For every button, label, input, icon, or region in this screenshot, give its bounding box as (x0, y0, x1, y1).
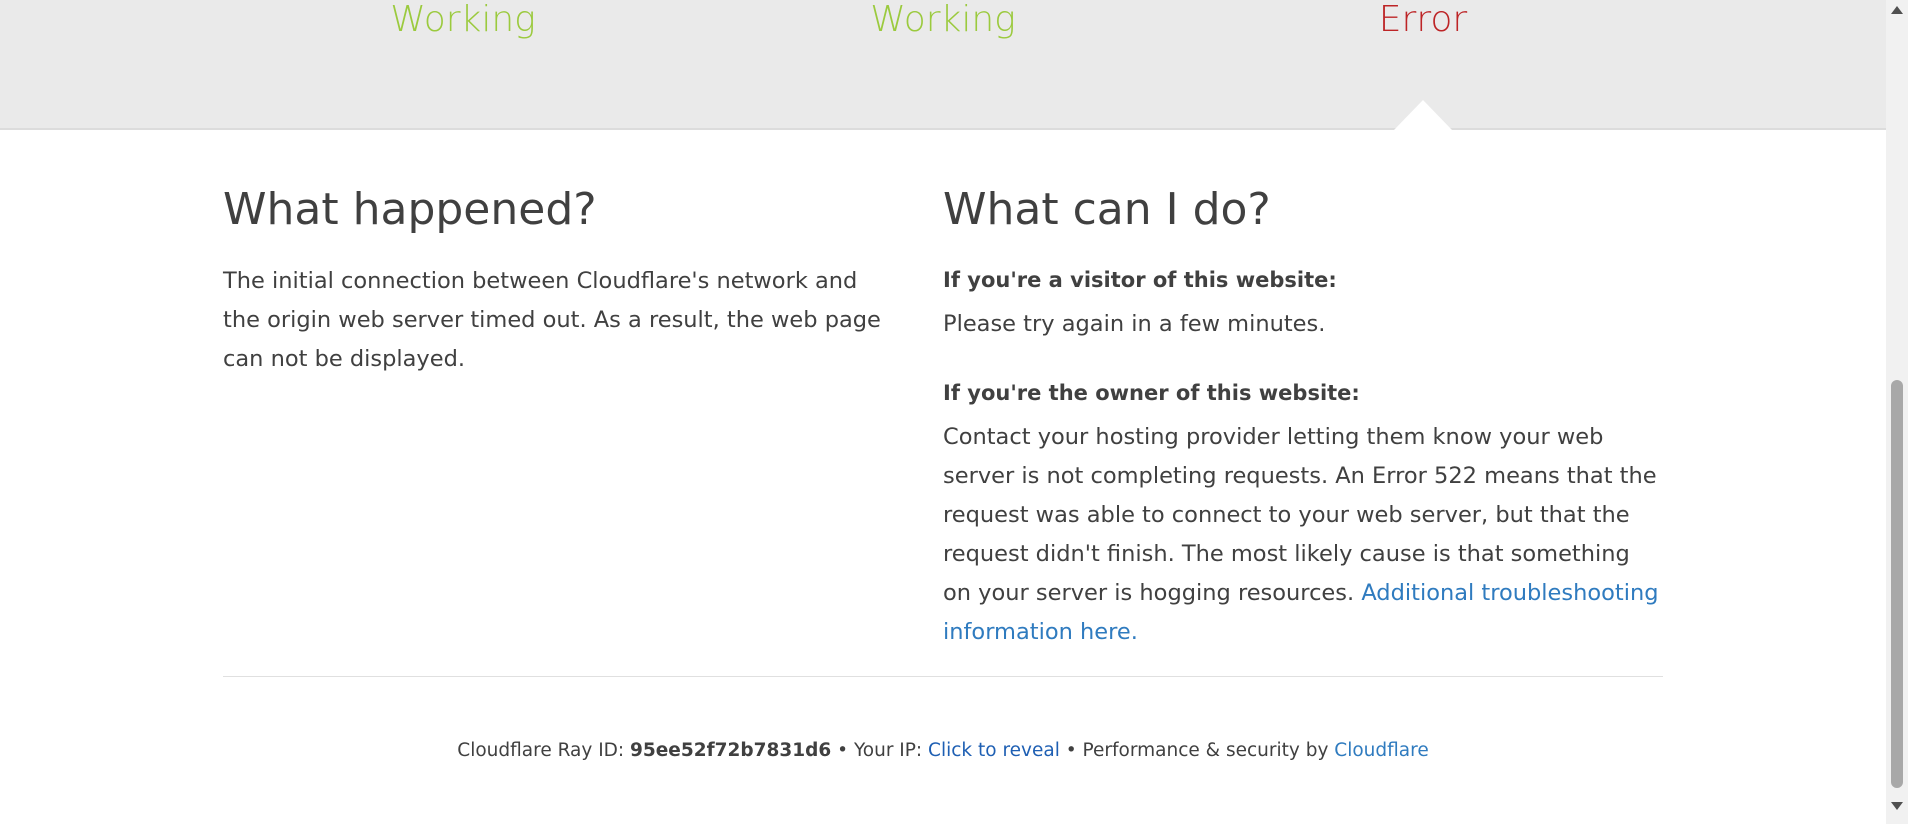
ray-id-value: 95ee52f72b7831d6 (630, 740, 832, 761)
owner-paragraph: Contact your hosting provider letting th… (943, 418, 1663, 652)
reveal-ip-button[interactable]: Click to reveal (928, 740, 1060, 761)
owner-text: Contact your hosting provider letting th… (943, 424, 1657, 606)
what-can-i-do-heading: What can I do? (943, 184, 1271, 235)
status-host-label: Error (1378, 0, 1468, 40)
footer-separator: • (831, 740, 854, 761)
owner-heading: If you're the owner of this website: (943, 381, 1360, 405)
scroll-up-arrow-icon[interactable] (1891, 6, 1903, 14)
vertical-scrollbar[interactable] (1886, 0, 1908, 824)
ray-id-label: Cloudflare Ray ID: (457, 740, 631, 761)
performance-label: Performance & security by (1082, 740, 1335, 761)
visitor-heading: If you're a visitor of this website: (943, 268, 1337, 292)
footer-separator: • (1059, 740, 1083, 761)
what-happened-section: What happened? The initial connection be… (223, 180, 883, 379)
scrollbar-thumb[interactable] (1891, 380, 1903, 788)
what-can-i-do-section: What can I do? If you're a visitor of th… (943, 180, 1663, 652)
error-pointer-caret (1394, 100, 1452, 130)
what-happened-text: The initial connection between Cloudflar… (223, 268, 881, 372)
footer: Cloudflare Ray ID: 95ee52f72b7831d6 • Yo… (0, 737, 1886, 765)
footer-divider (223, 676, 1663, 677)
scroll-down-arrow-icon[interactable] (1891, 802, 1903, 810)
status-cloudflare-label: Working (870, 0, 1016, 40)
status-strip: Working Working Error (0, 0, 1886, 130)
visitor-text: Please try again in a few minutes. (943, 311, 1326, 337)
error-page: Working Working Error What happened? The… (0, 0, 1886, 824)
ip-label: Your IP: (853, 740, 929, 761)
cloudflare-link[interactable]: Cloudflare (1334, 740, 1428, 761)
status-browser-label: Working (390, 0, 536, 40)
what-happened-heading: What happened? (223, 184, 597, 235)
